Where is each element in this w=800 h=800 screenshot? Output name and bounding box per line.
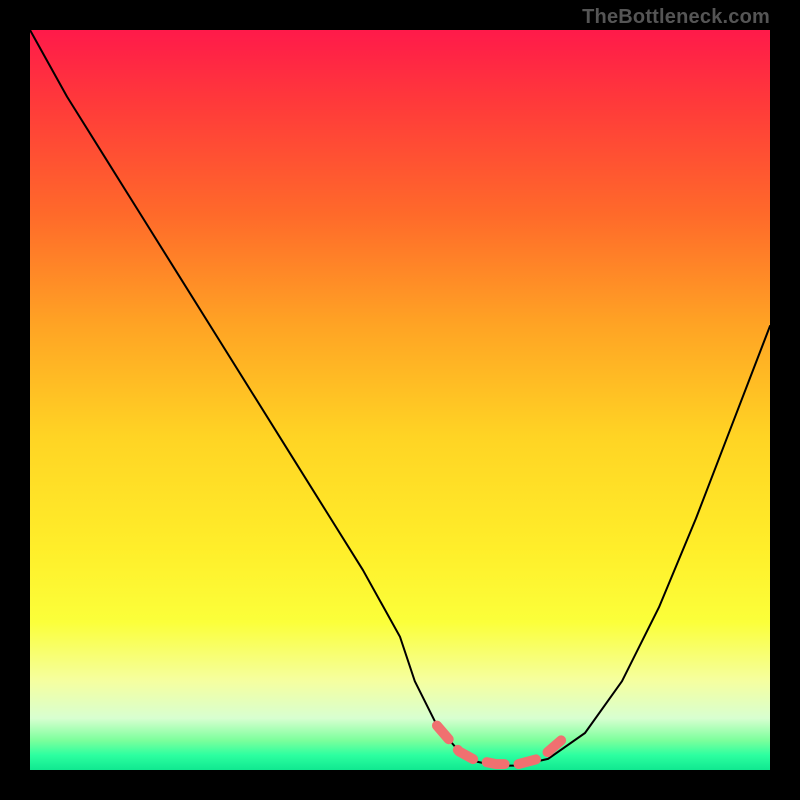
plot-area xyxy=(30,30,770,770)
optimal-range-marker xyxy=(437,726,563,765)
chart-frame: TheBottleneck.com xyxy=(0,0,800,800)
bottleneck-curve xyxy=(30,30,770,766)
chart-svg xyxy=(30,30,770,770)
watermark-text: TheBottleneck.com xyxy=(582,6,770,29)
